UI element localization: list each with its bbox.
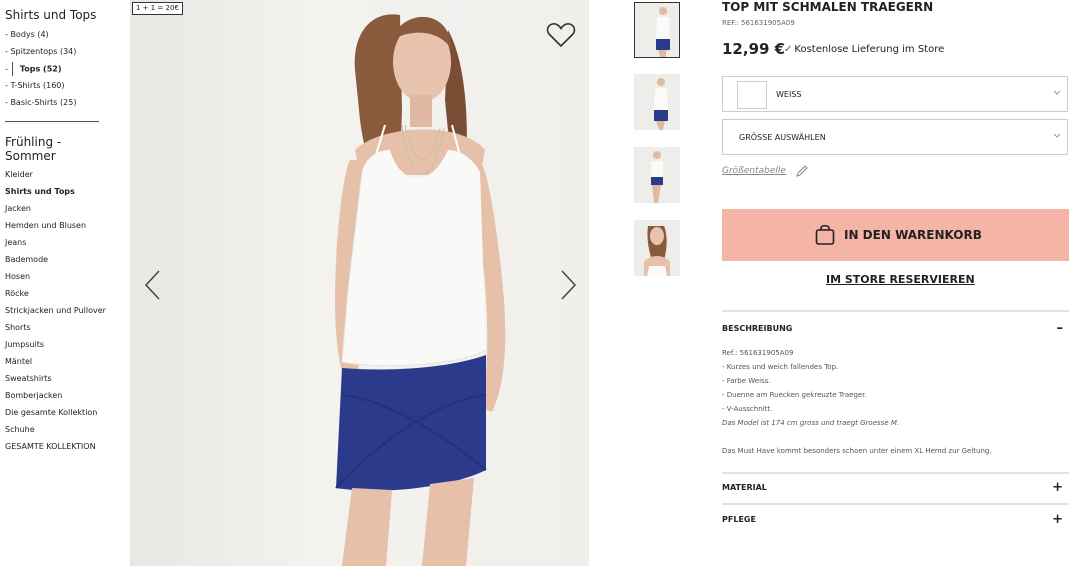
accordion-label: PFLEGE (722, 515, 756, 524)
accordion-label: BESCHREIBUNG (722, 324, 793, 333)
list-dash: - (5, 64, 8, 74)
season-title[interactable]: Frühling - Sommer (5, 135, 85, 163)
subcategory-label: Tops (52) (19, 64, 62, 74)
description-ref: Ref.: 561631905A09 (722, 349, 794, 357)
category-item[interactable]: Bademode (5, 253, 106, 270)
chevron-right-icon[interactable] (558, 270, 578, 300)
subcategory-item[interactable]: - Spitzentops (34) (5, 45, 76, 62)
subcategory-item[interactable]: - Bodys (4) (5, 28, 76, 45)
category-item[interactable]: Sweatshirts (5, 372, 106, 389)
add-to-cart-button[interactable]: IN DEN WARENKORB (722, 209, 1069, 261)
care-accordion-header[interactable]: PFLEGE + (722, 512, 1069, 531)
thumbnail-selected[interactable] (634, 2, 680, 58)
heart-outline-icon[interactable] (546, 22, 576, 48)
category-item[interactable]: Röcke (5, 287, 106, 304)
expand-icon[interactable]: + (1052, 512, 1063, 527)
category-item[interactable]: Shorts (5, 321, 106, 338)
description-line: - Kurzes und weich fallendes Top. (722, 363, 839, 371)
model-photo (335, 14, 506, 566)
thumbnail[interactable] (634, 74, 680, 130)
category-item[interactable]: Strickjacken und Pullover (5, 304, 106, 321)
subcategory-label: Spitzentops (34) (10, 47, 77, 56)
pencil-icon[interactable] (795, 163, 809, 182)
thumbnail[interactable] (634, 147, 680, 203)
thumbnail-image (644, 226, 670, 276)
subcategory-item[interactable]: - T-Shirts (160) (5, 79, 76, 96)
subcategory-item-active[interactable]: - Tops (52) (5, 62, 76, 79)
thumbnail[interactable] (634, 220, 680, 276)
cart-button-label: IN DEN WARENKORB (844, 228, 982, 242)
chevron-down-icon (1053, 89, 1061, 99)
description-line: - V-Ausschnitt. (722, 405, 773, 413)
description-accordion-header[interactable]: BESCHREIBUNG – (722, 321, 1069, 340)
shopping-bag-icon (815, 223, 835, 248)
size-placeholder: GRÖSSE AUSWÄHLEN (739, 133, 826, 142)
category-item[interactable]: Hemden und Blusen (5, 219, 106, 236)
material-accordion-header[interactable]: MATERIAL + (722, 480, 1069, 499)
category-item[interactable]: Die gesamte Kollektion (5, 406, 106, 423)
description-line: - Duenne am Ruecken gekreuzte Traeger. (722, 391, 867, 399)
category-item[interactable]: Jacken (5, 202, 106, 219)
product-title: TOP MIT SCHMALEN TRAEGERN (722, 0, 934, 14)
delivery-text: Kostenlose Lieferung im Store (794, 44, 945, 55)
category-item[interactable]: Jumpsuits (5, 338, 106, 355)
description-body: Ref.: 561631905A09 - Kurzes und weich fa… (722, 346, 992, 458)
active-marker (11, 62, 13, 76)
description-line: - Farbe Weiss. (722, 377, 771, 385)
product-ref: REF.: 561631905A09 (722, 19, 795, 27)
reserve-in-store-link[interactable]: IM STORE RESERVIEREN (826, 273, 975, 286)
promo-badge: 1 + 1 = 20€ (132, 2, 183, 15)
subcategory-label: Basic-Shirts (25) (10, 98, 77, 107)
collapse-icon[interactable]: – (1057, 321, 1064, 336)
color-value: WEISS (776, 90, 802, 99)
delivery-info: ✓ Kostenlose Lieferung im Store (784, 44, 944, 55)
divider (722, 310, 1069, 312)
category-item[interactable]: Kleider (5, 168, 106, 185)
category-item[interactable]: Mäntel (5, 355, 106, 372)
color-select[interactable]: WEISS (722, 76, 1068, 112)
subcategory-label: T-Shirts (160) (10, 81, 65, 90)
chevron-down-icon (1053, 132, 1061, 142)
subcategory-label: Bodys (4) (10, 30, 49, 39)
checkmark-icon: ✓ (784, 44, 793, 55)
category-item[interactable]: Bomberjacken (5, 389, 106, 406)
main-product-image[interactable] (130, 0, 589, 566)
category-list: Kleider Shirts und Tops Jacken Hemden un… (5, 168, 106, 457)
section-title[interactable]: Shirts und Tops (5, 8, 96, 22)
thumbnail-image (656, 7, 670, 57)
color-swatch (737, 81, 767, 109)
model-note: Das Model ist 174 cm gross und traegt Gr… (722, 419, 900, 427)
category-item[interactable]: GESAMTE KOLLEKTION (5, 440, 106, 457)
subcategory-item[interactable]: - Basic-Shirts (25) (5, 96, 76, 113)
category-item[interactable]: Schuhe (5, 423, 106, 440)
category-item[interactable]: Hosen (5, 270, 106, 287)
description-outro: Das Must Have kommt besonders schoen unt… (722, 447, 992, 455)
category-item[interactable]: Shirts und Tops (5, 185, 106, 202)
subcategory-list: - Bodys (4) - Spitzentops (34) - Tops (52… (5, 28, 76, 113)
divider (722, 472, 1069, 474)
chevron-left-icon[interactable] (143, 270, 163, 300)
thumbnail-image (654, 78, 668, 130)
category-item[interactable]: Jeans (5, 236, 106, 253)
thumbnail-image (651, 151, 663, 203)
product-price: 12,99 € (722, 40, 786, 58)
divider (722, 503, 1069, 505)
accordion-label: MATERIAL (722, 483, 767, 492)
size-select[interactable]: GRÖSSE AUSWÄHLEN (722, 119, 1068, 155)
nav-divider (5, 121, 99, 122)
size-guide-link[interactable]: Größentabelle (722, 166, 786, 176)
expand-icon[interactable]: + (1052, 480, 1063, 495)
